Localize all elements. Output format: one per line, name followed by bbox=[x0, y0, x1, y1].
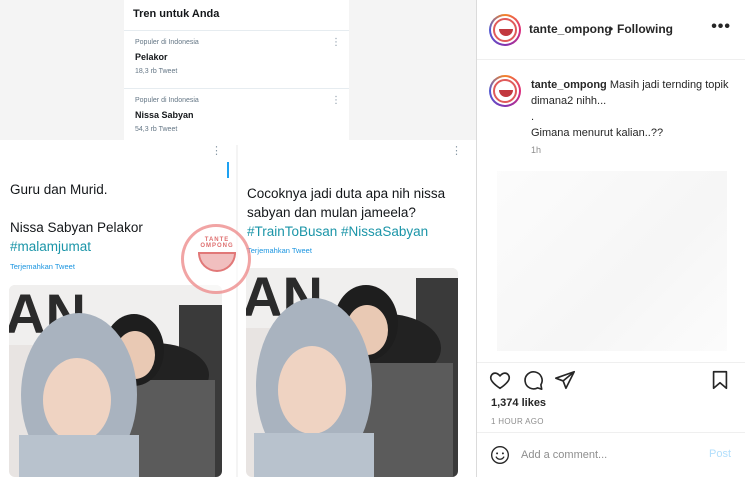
comment-icon[interactable] bbox=[522, 369, 544, 391]
avatar-image bbox=[493, 79, 517, 103]
caption-line: . bbox=[531, 111, 535, 123]
tweet-text: Guru dan Murid. Nissa Sabyan Pelakor #ma… bbox=[10, 180, 143, 256]
hashtag: #malamjumat bbox=[10, 239, 92, 254]
share-icon[interactable] bbox=[554, 369, 576, 391]
more-vertical-icon: ⋮ bbox=[331, 37, 341, 48]
more-vertical-icon: ⋮ bbox=[211, 145, 222, 157]
separator: • bbox=[609, 22, 614, 36]
emoji-icon[interactable] bbox=[490, 445, 510, 465]
avatar[interactable] bbox=[489, 75, 521, 107]
tweet-photo: AN bbox=[9, 285, 222, 477]
trend-meta: Populer di Indonesia bbox=[135, 39, 199, 46]
comment-input[interactable] bbox=[521, 445, 701, 465]
comments-area bbox=[497, 171, 727, 351]
caption-line: Gimana menurut kalian..?? bbox=[531, 127, 664, 139]
tweet-left: ⋮ Guru dan Murid. Nissa Sabyan Pelakor #… bbox=[0, 140, 236, 477]
trend-count: 18,3 rb Tweet bbox=[135, 68, 178, 75]
trend-meta: Populer di Indonesia bbox=[135, 97, 199, 104]
more-vertical-icon: ⋮ bbox=[331, 95, 341, 106]
more-horizontal-icon[interactable]: ••• bbox=[711, 18, 731, 36]
scroll-indicator bbox=[227, 162, 229, 178]
post-button[interactable]: Post bbox=[709, 448, 731, 460]
more-vertical-icon: ⋮ bbox=[451, 145, 462, 157]
trends-heading: Tren untuk Anda bbox=[133, 8, 220, 20]
post-timestamp[interactable]: 1 HOUR AGO bbox=[491, 417, 544, 426]
trend-item: Populer di Indonesia Pelakor 18,3 rb Twe… bbox=[124, 30, 349, 82]
watermark-mouth bbox=[198, 252, 236, 272]
tweet-right: ⋮ Cocoknya jadi duta apa nih nissa sabya… bbox=[238, 140, 476, 477]
watermark-logo: TANTE OMPONG bbox=[181, 224, 251, 294]
caption: tante_ompong Masih jadi ternding topik d… bbox=[477, 61, 745, 361]
tweet-line: Cocoknya jadi duta apa nih nissa sabyan … bbox=[247, 186, 446, 220]
caption-text: tante_ompong Masih jadi ternding topik d… bbox=[531, 77, 731, 141]
trend-item: Populer di Indonesia Nissa Sabyan 54,3 r… bbox=[124, 88, 349, 140]
trend-count: 54,3 rb Tweet bbox=[135, 126, 178, 133]
avatar-image bbox=[493, 18, 517, 42]
post-image[interactable]: Tren untuk Anda Populer di Indonesia Pel… bbox=[0, 0, 476, 477]
post-panel: tante_ompong • Following ••• tante_ompon… bbox=[476, 0, 745, 477]
translate-link: Terjemahkan Tweet bbox=[10, 262, 75, 271]
tweet-line: Guru dan Murid. bbox=[10, 182, 108, 197]
username-link[interactable]: tante_ompong bbox=[531, 79, 607, 91]
trends-card: Tren untuk Anda Populer di Indonesia Pel… bbox=[124, 0, 349, 145]
bookmark-icon[interactable] bbox=[709, 369, 731, 391]
trend-name: Nissa Sabyan bbox=[135, 110, 194, 120]
heart-icon[interactable] bbox=[489, 369, 511, 391]
likes-count[interactable]: 1,374 likes bbox=[491, 397, 546, 409]
caption-time[interactable]: 1h bbox=[531, 145, 541, 155]
comment-bar: Post bbox=[477, 432, 745, 477]
hashtag: #TrainToBusan #NissaSabyan bbox=[247, 224, 429, 239]
tweet-photo: AN bbox=[246, 268, 458, 477]
translate-link: Terjemahkan Tweet bbox=[247, 246, 312, 255]
tweet-line: Nissa Sabyan Pelakor bbox=[10, 220, 143, 235]
tweet-text: Cocoknya jadi duta apa nih nissa sabyan … bbox=[247, 184, 467, 241]
following-button[interactable]: Following bbox=[617, 22, 673, 36]
avatar[interactable] bbox=[489, 14, 521, 46]
post-header: tante_ompong • Following ••• bbox=[477, 0, 745, 60]
watermark-text: TANTE OMPONG bbox=[200, 237, 234, 249]
trend-name: Pelakor bbox=[135, 52, 168, 62]
username-link[interactable]: tante_ompong bbox=[529, 22, 612, 36]
